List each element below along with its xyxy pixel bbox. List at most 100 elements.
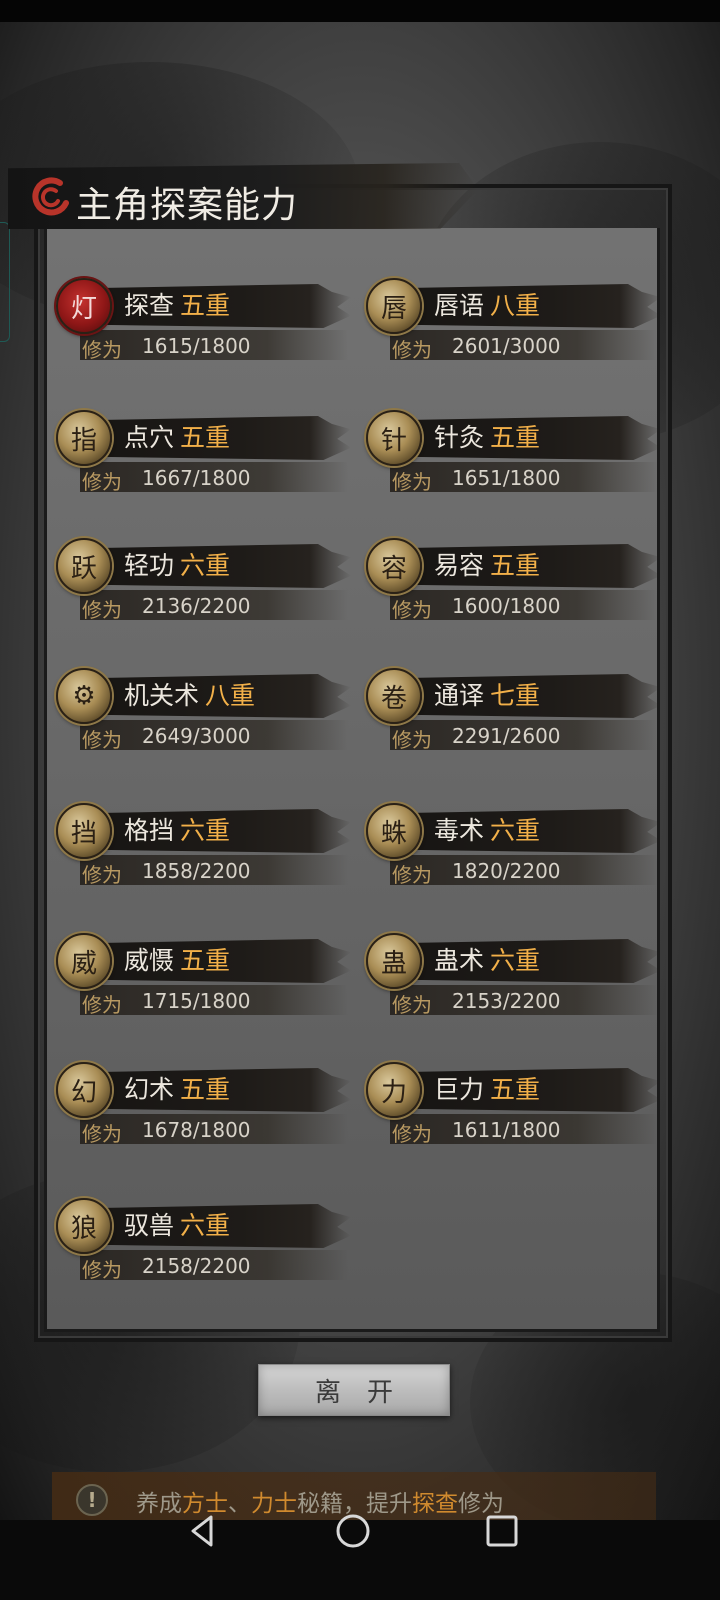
cultivation-value: 1678/1800 xyxy=(142,1118,251,1142)
skill-card[interactable]: 蛊蛊术 六重 修为 2153/2200 xyxy=(366,933,666,1033)
skill-title: 针灸 xyxy=(434,423,485,452)
skill-title: 格挡 xyxy=(124,816,175,845)
recents-square-icon[interactable] xyxy=(482,1511,522,1551)
finger-strike-icon: 指 xyxy=(56,410,112,466)
skill-level: 五重 xyxy=(180,1075,231,1104)
skill-name: 蛊术 六重 xyxy=(434,941,540,977)
back-triangle-icon[interactable] xyxy=(183,1511,223,1551)
skill-card[interactable]: 威威慑 五重 修为 1715/1800 xyxy=(56,933,356,1033)
skill-name: 点穴 五重 xyxy=(124,418,230,454)
status-bar xyxy=(0,0,720,22)
cultivation-value: 1858/2200 xyxy=(142,859,251,883)
skill-card[interactable]: 卷通译 七重 修为 2291/2600 xyxy=(366,668,666,768)
cultivation-value: 1651/1800 xyxy=(452,466,561,490)
page-title: 主角探案能力 xyxy=(76,185,299,226)
skill-card[interactable]: 指点穴 五重 修为 1667/1800 xyxy=(56,410,356,510)
skill-card[interactable]: 容易容 五重 修为 1600/1800 xyxy=(366,538,666,638)
swirl-logo-icon xyxy=(32,177,69,216)
skill-title: 幻术 xyxy=(124,1075,175,1104)
skill-title: 探查 xyxy=(124,291,175,320)
cultivation-value: 1615/1800 xyxy=(142,334,251,358)
cultivation-value: 2136/2200 xyxy=(142,594,251,618)
skill-level: 五重 xyxy=(180,946,231,975)
skill-title: 通译 xyxy=(434,681,485,710)
cultivation-value: 1715/1800 xyxy=(142,989,251,1013)
skill-card[interactable]: 跃轻功 六重 修为 2136/2200 xyxy=(56,538,356,638)
gu-worm-icon: 蛊 xyxy=(366,933,422,989)
needles-icon: 针 xyxy=(366,410,422,466)
skill-card[interactable]: 挡格挡 六重 修为 1858/2200 xyxy=(56,803,356,903)
mask-face-icon: 唇 xyxy=(366,278,422,334)
skill-level: 六重 xyxy=(180,816,231,845)
cultivation-label: 修为 xyxy=(392,728,432,752)
home-circle-icon[interactable] xyxy=(333,1511,373,1551)
cultivation-value: 1667/1800 xyxy=(142,466,251,490)
skill-level: 五重 xyxy=(490,1075,541,1104)
skill-name: 轻功 六重 xyxy=(124,546,230,582)
cultivation-value: 1600/1800 xyxy=(452,594,561,618)
skill-name: 针灸 五重 xyxy=(434,418,540,454)
intimidate-figure-icon: 威 xyxy=(56,933,112,989)
leaping-figure-icon: 跃 xyxy=(56,538,112,594)
red-lantern-icon: 灯 xyxy=(56,278,112,334)
skill-level: 六重 xyxy=(180,1211,231,1240)
skill-level: 五重 xyxy=(180,423,231,452)
cultivation-value: 2601/3000 xyxy=(452,334,561,358)
skill-card[interactable]: 狼驭兽 六重 修为 2158/2200 xyxy=(56,1198,356,1298)
skill-title: 驭兽 xyxy=(124,1211,175,1240)
skill-title: 毒术 xyxy=(434,816,485,845)
skill-card[interactable]: 唇唇语 八重 修为 2601/3000 xyxy=(366,278,666,378)
skills-panel xyxy=(44,228,660,1332)
skill-card[interactable]: 力巨力 五重 修为 1611/1800 xyxy=(366,1062,666,1162)
skill-level: 五重 xyxy=(180,291,231,320)
skill-level: 六重 xyxy=(490,816,541,845)
skill-title: 蛊术 xyxy=(434,946,485,975)
cultivation-label: 修为 xyxy=(82,728,122,752)
cultivation-label: 修为 xyxy=(392,993,432,1017)
gear-mechanism-icon: ⚙ xyxy=(56,668,112,724)
skill-name: 唇语 八重 xyxy=(434,286,540,322)
spider-icon: 蛛 xyxy=(366,803,422,859)
skill-title: 点穴 xyxy=(124,423,175,452)
skill-card[interactable]: 蛛毒术 六重修为 1820/2200 xyxy=(366,803,666,903)
skill-name: 威慑 五重 xyxy=(124,941,230,977)
cultivation-value: 1820/2200 xyxy=(452,859,561,883)
skill-title: 唇语 xyxy=(434,291,485,320)
cultivation-label: 修为 xyxy=(82,470,122,494)
skill-level: 七重 xyxy=(490,681,541,710)
block-shield-icon: 挡 xyxy=(56,803,112,859)
cultivation-label: 修为 xyxy=(392,598,432,622)
wolf-icon: 狼 xyxy=(56,1198,112,1254)
skill-card[interactable]: 针针灸 五重 修为 1651/1800 xyxy=(366,410,666,510)
cultivation-label: 修为 xyxy=(82,598,122,622)
skill-title: 威慑 xyxy=(124,946,175,975)
skill-card[interactable]: 灯探查 五重修为 1615/1800 xyxy=(56,278,356,378)
skill-name: 格挡 六重 xyxy=(124,811,230,847)
skill-name: 易容 五重 xyxy=(434,546,540,582)
skill-level: 五重 xyxy=(490,423,541,452)
skill-card[interactable]: ⚙ 机关术 八重修为 2649/3000 xyxy=(56,668,356,768)
skill-level: 八重 xyxy=(205,681,256,710)
skill-card[interactable]: 幻幻术 五重 修为 1678/1800 xyxy=(56,1062,356,1162)
cultivation-label: 修为 xyxy=(82,863,122,887)
skill-level: 五重 xyxy=(490,551,541,580)
skill-level: 六重 xyxy=(490,946,541,975)
skill-title: 机关术 xyxy=(124,681,200,710)
cultivation-label: 修为 xyxy=(392,863,432,887)
cultivation-value: 2291/2600 xyxy=(452,724,561,748)
leave-button[interactable]: 离开 xyxy=(258,1364,450,1416)
cultivation-value: 2158/2200 xyxy=(142,1254,251,1278)
cultivation-label: 修为 xyxy=(392,1122,432,1146)
skill-name: 巨力 五重 xyxy=(434,1070,540,1106)
cultivation-value: 2153/2200 xyxy=(452,989,561,1013)
scroll-book-icon: 卷 xyxy=(366,668,422,724)
skill-title: 轻功 xyxy=(124,551,175,580)
cultivation-label: 修为 xyxy=(82,338,122,362)
skill-title: 易容 xyxy=(434,551,485,580)
side-edge-tab xyxy=(0,222,10,342)
skill-title: 巨力 xyxy=(434,1075,485,1104)
cultivation-value: 2649/3000 xyxy=(142,724,251,748)
cultivation-value: 1611/1800 xyxy=(452,1118,561,1142)
skill-name: 通译 七重 xyxy=(434,676,540,712)
skill-name: 驭兽 六重 xyxy=(124,1206,230,1242)
